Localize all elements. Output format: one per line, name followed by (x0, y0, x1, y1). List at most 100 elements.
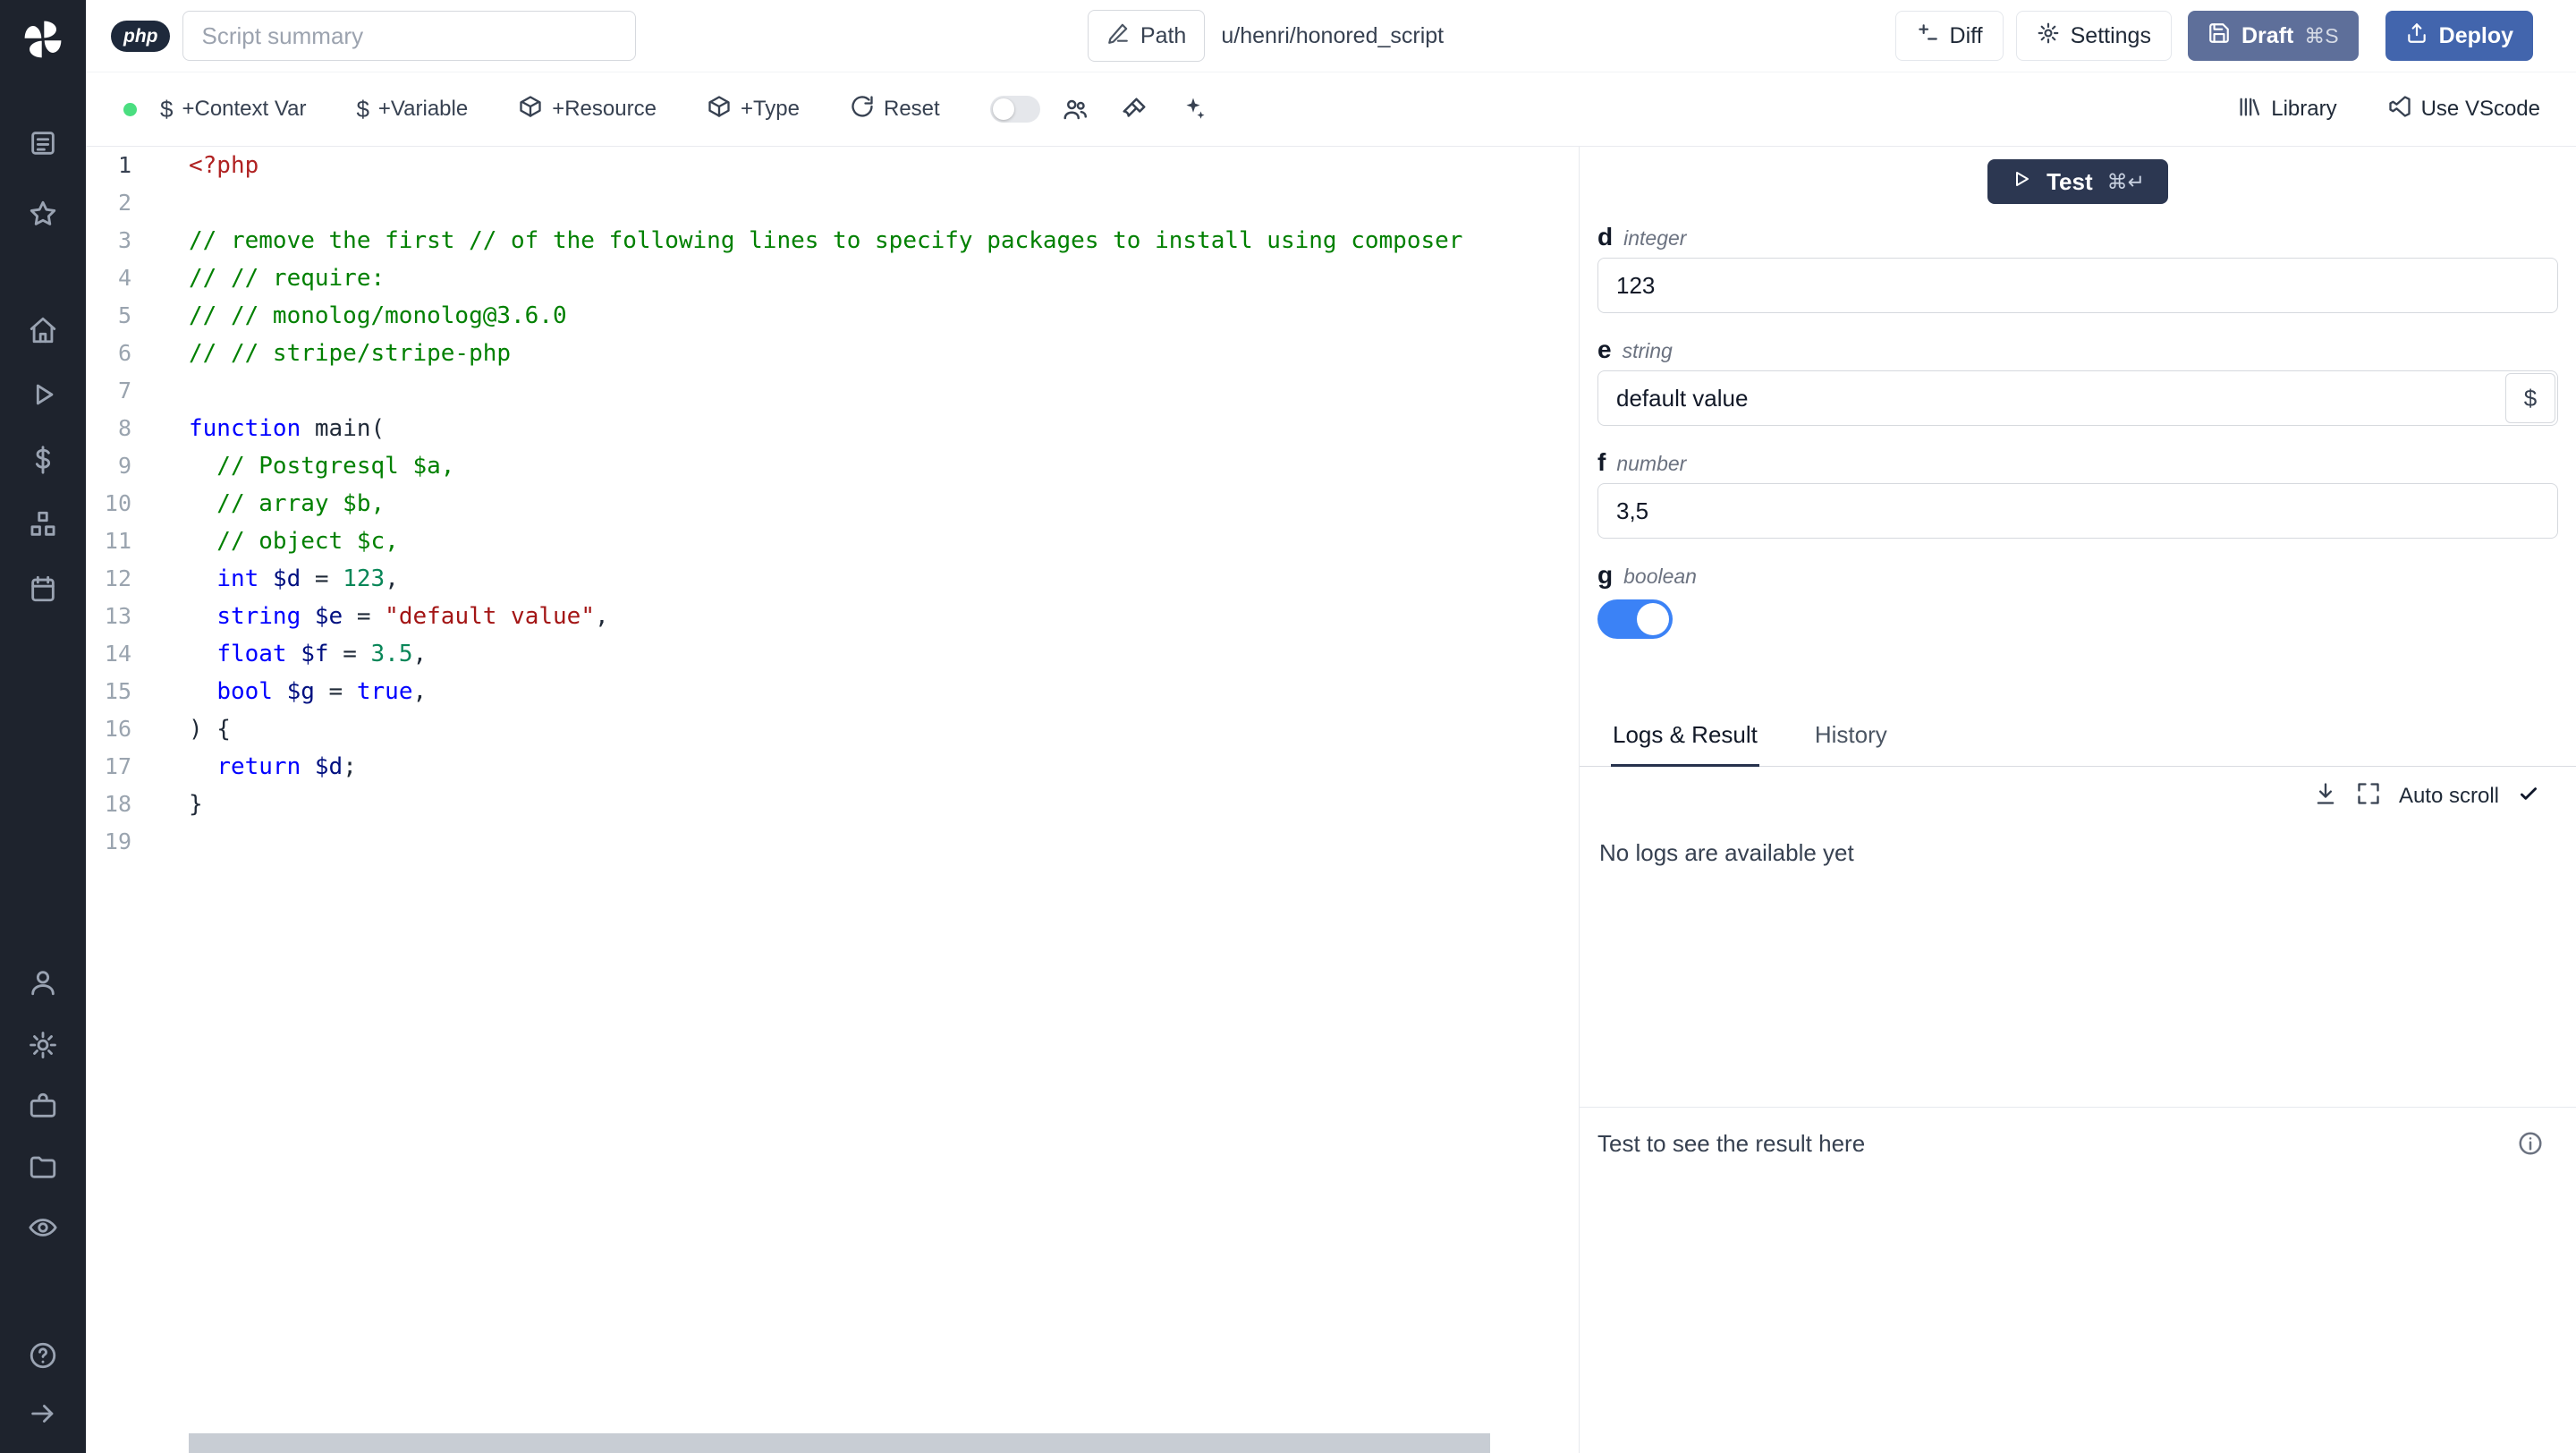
add-context-var-button[interactable]: $ +Context Var (160, 96, 306, 123)
test-button[interactable]: Test ⌘↵ (1987, 159, 2168, 204)
line-number: 2 (117, 190, 131, 216)
line-number: 17 (104, 753, 131, 779)
test-shortcut: ⌘↵ (2106, 169, 2145, 193)
edit-path-button[interactable]: Path (1087, 10, 1206, 62)
script-path[interactable]: u/henri/honored_script (1221, 23, 1444, 49)
code-line[interactable]: int $d = 123, (189, 560, 1579, 598)
format-code-icon[interactable] (1121, 96, 1148, 123)
auto-scroll-check-icon[interactable] (2517, 782, 2540, 810)
workers-icon[interactable] (28, 1091, 58, 1121)
add-variable-button[interactable]: $ +Variable (356, 96, 468, 123)
reset-button[interactable]: Reset (850, 94, 940, 125)
code-line[interactable]: // remove the first // of the following … (189, 222, 1579, 259)
multiplayer-toggle[interactable] (989, 96, 1040, 123)
library-button[interactable]: Library (2237, 94, 2337, 125)
d-input[interactable] (1597, 258, 2558, 313)
g-boolean-toggle[interactable] (1597, 599, 1673, 639)
user-icon[interactable] (28, 967, 58, 998)
test-label: Test (2046, 167, 2093, 195)
code-line[interactable]: bool $g = true, (189, 673, 1579, 710)
line-numbers: 1 2 3 4 5 6 7 8 9 10 11 12 13 14 15 16 17 18 19 (86, 147, 189, 1453)
help-icon[interactable] (28, 1340, 58, 1371)
line-number: 18 (104, 791, 131, 817)
field-name: d (1597, 223, 1614, 251)
horizontal-scrollbar[interactable] (189, 1433, 1490, 1453)
line-number: 3 (117, 227, 131, 253)
path-group: Path u/henri/honored_script (1087, 10, 1444, 62)
auto-scroll-label[interactable]: Auto scroll (2399, 784, 2499, 809)
add-resource-label: +Resource (552, 97, 657, 121)
settings-label: Settings (2070, 22, 2151, 48)
library-label: Library (2271, 97, 2337, 121)
settings-gear-icon[interactable] (28, 1030, 58, 1060)
diff-label: Diff (1949, 22, 1983, 48)
diff-button[interactable]: Diff (1894, 11, 2004, 61)
field-d: d integer (1597, 222, 2558, 313)
download-logs-icon[interactable] (2313, 781, 2338, 811)
resources-icon[interactable] (28, 509, 58, 540)
code-line[interactable]: // // require: (189, 259, 1579, 297)
library-icon (2237, 94, 2262, 125)
tab-history[interactable]: History (1813, 719, 1889, 766)
code-line[interactable]: // // stripe/stripe-php (189, 335, 1579, 372)
code-line[interactable]: // array $b, (189, 485, 1579, 523)
code-line[interactable]: } (189, 786, 1579, 823)
code-line[interactable] (189, 372, 1579, 410)
code-editor[interactable]: 1 2 3 4 5 6 7 8 9 10 11 12 13 14 15 16 17 18 19 <?php// re… (86, 147, 1579, 1453)
folders-icon[interactable] (28, 1151, 58, 1182)
code-line[interactable]: // object $c, (189, 523, 1579, 560)
main-area: php Path u/henri/honored_script Diff (86, 0, 2576, 1453)
script-summary-input[interactable] (182, 11, 637, 61)
form-fields: d integer estring $ fnumber g boolean (1580, 204, 2576, 639)
reset-icon (850, 94, 875, 125)
code-line[interactable]: <?php (189, 147, 1579, 184)
collaborators-icon[interactable] (1062, 96, 1089, 123)
field-type: number (1616, 452, 1687, 475)
line-number: 15 (104, 678, 131, 704)
draft-label: Draft (2241, 22, 2294, 48)
insert-variable-button[interactable]: $ (2505, 373, 2555, 423)
field-g: g boolean (1597, 560, 2558, 639)
add-resource-button[interactable]: +Resource (518, 94, 657, 125)
code-lines[interactable]: <?php // remove the first // of the follo… (189, 147, 1579, 1453)
code-line[interactable] (189, 823, 1579, 861)
line-number: 16 (104, 716, 131, 742)
tab-logs-result[interactable]: Logs & Result (1611, 719, 1759, 767)
e-input[interactable] (1597, 370, 2558, 426)
expand-logs-icon[interactable] (2356, 781, 2381, 811)
expand-sidebar-icon[interactable] (28, 1398, 58, 1429)
line-number: 4 (117, 265, 131, 291)
add-type-button[interactable]: +Type (707, 94, 800, 125)
reset-label: Reset (883, 97, 940, 121)
use-vscode-label: Use VScode (2420, 97, 2540, 121)
home-icon[interactable] (28, 315, 58, 345)
favorites-icon[interactable] (28, 199, 58, 229)
use-vscode-button[interactable]: Use VScode (2387, 94, 2540, 125)
lint-status-dot (123, 102, 137, 116)
deploy-button[interactable]: Deploy (2385, 11, 2533, 61)
apps-icon[interactable] (28, 128, 58, 158)
audit-logs-eye-icon[interactable] (28, 1212, 58, 1243)
code-line[interactable]: return $d; (189, 748, 1579, 786)
code-line[interactable]: // // monolog/monolog@3.6.0 (189, 297, 1579, 335)
f-input[interactable] (1597, 483, 2558, 539)
schedules-icon[interactable] (28, 574, 58, 604)
editor-toolbar: $ +Context Var $ +Variable +Resource +Ty… (86, 72, 2576, 147)
code-line[interactable]: string $e = "default value", (189, 598, 1579, 635)
variables-icon[interactable] (28, 445, 58, 475)
line-number: 1 (117, 152, 131, 178)
code-line[interactable]: float $f = 3.5, (189, 635, 1579, 673)
field-type: boolean (1623, 565, 1697, 588)
draft-button[interactable]: Draft ⌘S (2187, 11, 2359, 61)
code-line[interactable]: ) { (189, 710, 1579, 748)
windmill-logo-icon[interactable] (20, 16, 66, 63)
ai-sparkles-icon[interactable] (1180, 96, 1207, 123)
runs-icon[interactable] (28, 379, 58, 410)
code-line[interactable] (189, 184, 1579, 222)
code-line[interactable]: function main( (189, 410, 1579, 447)
info-icon[interactable] (2517, 1130, 2544, 1161)
line-number: 5 (117, 302, 131, 328)
code-line[interactable]: // Postgresql $a, (189, 447, 1579, 485)
path-label: Path (1140, 22, 1187, 48)
settings-button[interactable]: Settings (2015, 11, 2172, 61)
